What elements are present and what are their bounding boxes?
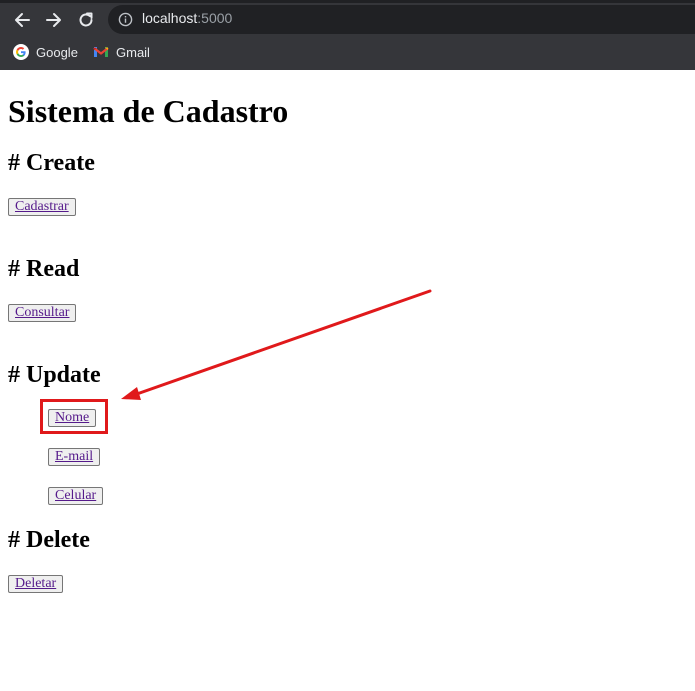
cadastrar-button[interactable]: Cadastrar — [8, 198, 76, 216]
gmail-icon — [93, 47, 109, 57]
info-icon[interactable] — [118, 12, 133, 27]
highlight-box — [40, 399, 108, 434]
bookmark-gmail-label: Gmail — [116, 44, 150, 60]
section-update-heading: # Update — [8, 362, 101, 388]
consultar-button[interactable]: Consultar — [8, 304, 77, 322]
update-email-button[interactable]: E-mail — [48, 448, 101, 466]
reload-icon — [79, 12, 93, 27]
back-arrow-icon — [15, 13, 30, 27]
bookmark-gmail[interactable]: Gmail — [93, 42, 150, 62]
bookmarks-bar: Google Gmail — [0, 38, 695, 70]
url-text[interactable]: localhost:5000 — [142, 10, 232, 26]
bookmark-google-label: Google — [36, 44, 78, 60]
back-button[interactable] — [10, 8, 34, 32]
forward-arrow-icon — [46, 13, 61, 27]
section-delete-heading: # Delete — [8, 527, 90, 553]
section-create-heading: # Create — [8, 150, 95, 176]
google-icon — [13, 44, 29, 60]
deletar-button[interactable]: Deletar — [8, 575, 64, 593]
browser-chrome: localhost:5000 Google Gmail — [0, 0, 695, 70]
url-host: localhost — [142, 10, 198, 26]
bookmark-google[interactable]: Google — [13, 42, 78, 62]
page-title: Sistema de Cadastro — [8, 93, 289, 129]
url-port: :5000 — [197, 10, 233, 26]
update-celular-button[interactable]: Celular — [48, 487, 104, 505]
tab-strip — [0, 0, 695, 3]
reload-button[interactable] — [74, 8, 98, 32]
address-bar[interactable]: localhost:5000 — [108, 5, 695, 34]
section-read-heading: # Read — [8, 256, 80, 282]
forward-button[interactable] — [42, 8, 66, 32]
